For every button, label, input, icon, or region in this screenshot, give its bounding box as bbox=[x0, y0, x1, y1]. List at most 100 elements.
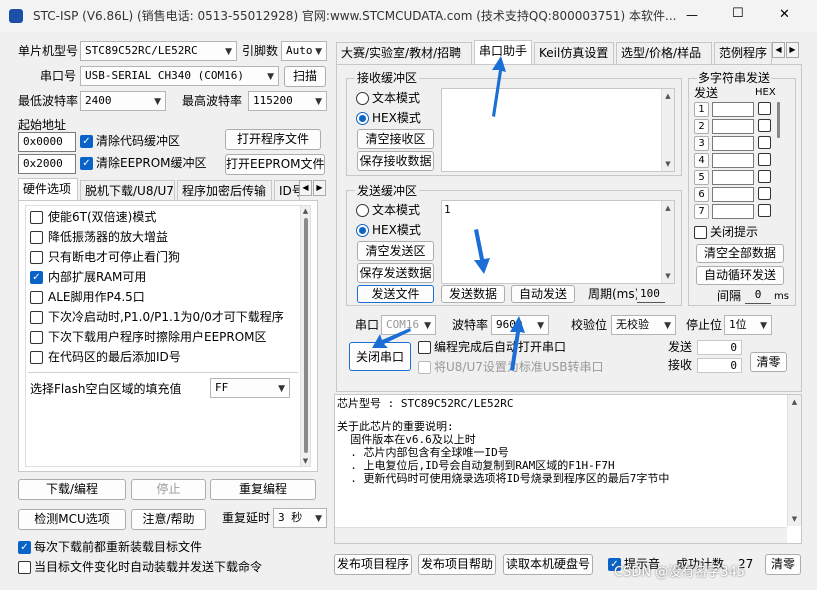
multi-send-button[interactable]: 5 bbox=[694, 170, 709, 185]
code-start-address-input[interactable]: 0x0000 bbox=[18, 132, 76, 152]
tab-scroll-right-icon[interactable]: ▶ bbox=[313, 180, 326, 196]
multi-hex-checkbox[interactable] bbox=[758, 153, 771, 166]
tab-hardware-options[interactable]: 硬件选项 bbox=[18, 178, 78, 202]
scan-button[interactable]: 扫描 bbox=[284, 66, 326, 87]
scroll-up-icon[interactable]: ▲ bbox=[662, 91, 674, 101]
clear-eeprom-buffer-checkbox[interactable]: ✓ bbox=[80, 157, 93, 170]
tab-offline-download[interactable]: 脱机下载/U8/U7 bbox=[80, 180, 175, 202]
multi-hex-checkbox[interactable] bbox=[758, 136, 771, 149]
scroll-thumb[interactable] bbox=[304, 218, 308, 453]
option-checkbox[interactable] bbox=[30, 331, 43, 344]
max-baud-select[interactable]: 115200 ▼ bbox=[248, 91, 327, 111]
multi-send-button[interactable]: 7 bbox=[694, 204, 709, 219]
repeat-delay-select[interactable]: 3 秒 ▼ bbox=[273, 508, 327, 528]
auto-load-send-checkbox[interactable] bbox=[18, 561, 31, 574]
auto-send-button[interactable]: 自动发送 bbox=[511, 285, 575, 303]
eeprom-start-address-input[interactable]: 0x2000 bbox=[18, 154, 76, 174]
clear-code-buffer-checkbox[interactable]: ✓ bbox=[80, 135, 93, 148]
options-scrollbar[interactable]: ▲ ▼ bbox=[300, 206, 310, 466]
publish-project-help-button[interactable]: 发布项目帮助 bbox=[418, 554, 496, 575]
stop-button[interactable]: 停止 bbox=[131, 479, 206, 500]
multi-send-button[interactable]: 3 bbox=[694, 136, 709, 151]
multi-hex-checkbox[interactable] bbox=[758, 170, 771, 183]
multi-send-button[interactable]: 2 bbox=[694, 119, 709, 134]
multi-send-button[interactable]: 6 bbox=[694, 187, 709, 202]
multi-hex-checkbox[interactable] bbox=[758, 187, 771, 200]
chip-info-hscrollbar[interactable] bbox=[335, 527, 787, 543]
option-checkbox[interactable] bbox=[30, 351, 43, 364]
clear-receive-button[interactable]: 清空接收区 bbox=[357, 129, 434, 149]
auto-open-port-checkbox[interactable] bbox=[418, 341, 431, 354]
chip-info-scrollbar[interactable]: ▲ ▼ bbox=[787, 395, 801, 526]
clear-send-button[interactable]: 清空发送区 bbox=[357, 241, 434, 261]
read-disk-number-button[interactable]: 读取本机硬盘号 bbox=[503, 554, 593, 575]
option-checkbox[interactable] bbox=[30, 231, 43, 244]
recv-text-mode-radio[interactable] bbox=[356, 92, 369, 105]
tab-contest-lab[interactable]: 大赛/实验室/教材/招聘 bbox=[336, 42, 472, 64]
close-tip-checkbox[interactable] bbox=[694, 226, 707, 239]
multi-string-input[interactable] bbox=[712, 187, 754, 202]
detect-mcu-options-button[interactable]: 检测MCU选项 bbox=[18, 509, 126, 530]
multi-hex-checkbox[interactable] bbox=[758, 204, 771, 217]
scroll-up-icon[interactable]: ▲ bbox=[662, 203, 674, 213]
reload-before-download-checkbox[interactable]: ✓ bbox=[18, 541, 31, 554]
multi-string-input[interactable] bbox=[712, 204, 754, 219]
send-data-button[interactable]: 发送数据 bbox=[441, 285, 505, 303]
tab-encrypted-transfer[interactable]: 程序加密后传输 bbox=[177, 180, 272, 202]
send-scrollbar[interactable]: ▲ ▼ bbox=[661, 201, 674, 283]
scroll-down-icon[interactable]: ▼ bbox=[788, 514, 801, 524]
mcu-model-select[interactable]: STC89C52RC/LE52RC ▼ bbox=[80, 41, 237, 61]
serial-port-select[interactable]: USB-SERIAL CH340 (COM16) ▼ bbox=[80, 66, 279, 86]
send-file-button[interactable]: 发送文件 bbox=[357, 285, 434, 303]
option-checkbox[interactable] bbox=[30, 291, 43, 304]
option-checkbox[interactable]: ✓ bbox=[30, 271, 43, 284]
period-input[interactable]: 100 bbox=[637, 286, 665, 303]
interval-input[interactable]: 0 bbox=[745, 287, 771, 304]
stop-bits-select[interactable]: 1位 ▼ bbox=[724, 315, 772, 335]
tab-scroll-left-icon[interactable]: ◀ bbox=[299, 180, 312, 196]
recv-hex-mode-radio[interactable] bbox=[356, 112, 369, 125]
multi-send-button[interactable]: 1 bbox=[694, 102, 709, 117]
clear-count-button[interactable]: 清零 bbox=[750, 352, 787, 372]
minimize-button[interactable]: — bbox=[686, 7, 698, 23]
multi-string-input[interactable] bbox=[712, 136, 754, 151]
flash-fill-select[interactable]: FF ▼ bbox=[210, 378, 290, 398]
tab-sample-programs[interactable]: 范例程序 bbox=[714, 42, 772, 64]
multi-string-input[interactable] bbox=[712, 119, 754, 134]
receive-scrollbar[interactable]: ▲ ▼ bbox=[661, 89, 674, 171]
multi-send-button[interactable]: 4 bbox=[694, 153, 709, 168]
maximize-button[interactable]: ☐ bbox=[732, 6, 744, 22]
open-eeprom-file-button[interactable]: 打开EEPROM文件 bbox=[225, 154, 325, 175]
tab-selection-price[interactable]: 选型/价格/样品 bbox=[616, 42, 712, 64]
multi-string-scrollbar[interactable] bbox=[777, 102, 780, 138]
scroll-up-icon[interactable]: ▲ bbox=[301, 206, 310, 216]
open-program-file-button[interactable]: 打开程序文件 bbox=[225, 129, 321, 150]
min-baud-select[interactable]: 2400 ▼ bbox=[80, 91, 166, 111]
auto-cycle-send-button[interactable]: 自动循环发送 bbox=[696, 266, 784, 285]
multi-string-input[interactable] bbox=[712, 102, 754, 117]
tab-keil-simulation[interactable]: Keil仿真设置 bbox=[534, 42, 614, 64]
download-program-button[interactable]: 下载/编程 bbox=[18, 479, 126, 500]
right-tab-scroll-left-icon[interactable]: ◀ bbox=[772, 42, 785, 58]
scroll-down-icon[interactable]: ▼ bbox=[301, 456, 310, 466]
clear-all-data-button[interactable]: 清空全部数据 bbox=[696, 244, 784, 263]
multi-string-input[interactable] bbox=[712, 153, 754, 168]
u8u7-usb-serial-checkbox[interactable] bbox=[418, 361, 431, 374]
option-checkbox[interactable] bbox=[30, 311, 43, 324]
multi-hex-checkbox[interactable] bbox=[758, 119, 771, 132]
close-button[interactable]: ✕ bbox=[779, 7, 790, 23]
notes-help-button[interactable]: 注意/帮助 bbox=[131, 509, 206, 530]
option-checkbox[interactable] bbox=[30, 251, 43, 264]
scroll-down-icon[interactable]: ▼ bbox=[662, 159, 674, 169]
receive-text-area[interactable] bbox=[441, 88, 675, 172]
clear-success-button[interactable]: 清零 bbox=[765, 554, 801, 575]
pin-count-select[interactable]: Auto ▼ bbox=[281, 41, 327, 61]
scroll-down-icon[interactable]: ▼ bbox=[662, 271, 674, 281]
tab-id[interactable]: ID号 bbox=[274, 180, 300, 202]
option-checkbox[interactable] bbox=[30, 211, 43, 224]
send-hex-mode-radio[interactable] bbox=[356, 224, 369, 237]
send-text-mode-radio[interactable] bbox=[356, 204, 369, 217]
parity-select[interactable]: 无校验 ▼ bbox=[611, 315, 676, 335]
multi-hex-checkbox[interactable] bbox=[758, 102, 771, 115]
scroll-up-icon[interactable]: ▲ bbox=[788, 397, 801, 407]
